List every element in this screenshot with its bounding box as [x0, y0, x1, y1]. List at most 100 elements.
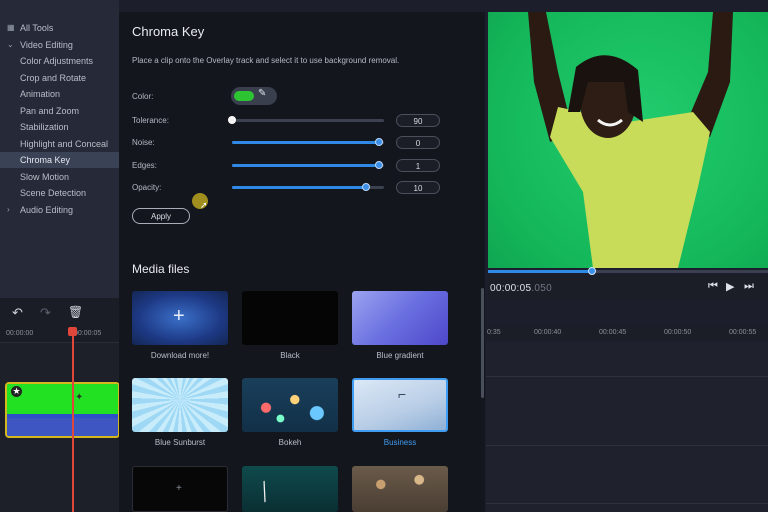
- slider-fill: [232, 164, 380, 167]
- trash-icon[interactable]: 🗑: [68, 305, 83, 319]
- sidebar-item-crop-rotate[interactable]: Crop and Rotate: [0, 70, 119, 86]
- media-blue-gradient[interactable]: [352, 291, 448, 345]
- chevron-right-icon: ›: [7, 205, 10, 214]
- track-divider: [486, 376, 768, 377]
- tolerance-slider[interactable]: [228, 116, 384, 124]
- timeline-toolbar: ↶ ↷ 🗑: [0, 298, 119, 328]
- sidebar-item-slow-motion[interactable]: Slow Motion: [0, 169, 119, 185]
- sidebar-item-label: Highlight and Conceal: [20, 139, 109, 149]
- slider-knob[interactable]: [228, 116, 236, 124]
- tolerance-value[interactable]: 90: [396, 114, 440, 127]
- opacity-label: Opacity:: [132, 183, 162, 192]
- star-icon: ★: [11, 386, 22, 397]
- sidebar-item-pan-zoom[interactable]: Pan and Zoom: [0, 103, 119, 119]
- skip-forward-icon[interactable]: ⏭: [744, 280, 754, 293]
- panel-title: Chroma Key: [132, 24, 205, 39]
- media-thumb-teal[interactable]: ╱: [242, 466, 338, 512]
- ruler-tick-label: 00:00:50: [664, 329, 692, 336]
- play-icon[interactable]: ▶: [726, 280, 734, 293]
- color-label: Color:: [132, 92, 154, 101]
- sidebar-item-label: Animation: [20, 89, 61, 99]
- overlay-clip[interactable]: ★ ✦: [5, 382, 120, 438]
- timecode-frac: .050: [531, 283, 552, 294]
- edges-label: Edges:: [132, 161, 157, 170]
- sidebar-item-label: Audio Editing: [20, 205, 74, 215]
- plus-icon: +: [173, 305, 185, 327]
- sidebar-item-label: Crop and Rotate: [20, 73, 87, 83]
- chevron-down-icon: ⌄: [7, 40, 14, 49]
- eyedropper-icon[interactable]: ✎: [258, 88, 266, 99]
- timecode-main: 00:00:05: [490, 283, 532, 294]
- chalk-icon: ╱: [256, 482, 274, 503]
- opacity-slider[interactable]: [232, 183, 384, 191]
- media-download-more[interactable]: +: [132, 291, 228, 345]
- ruler-tick-label: 00:00:45: [599, 329, 627, 336]
- media-label: Blue Sunburst: [154, 438, 206, 447]
- media-files-title: Media files: [132, 262, 190, 276]
- tolerance-label: Tolerance:: [132, 116, 169, 125]
- panel-description: Place a clip onto the Overlay track and …: [132, 56, 400, 65]
- ruler-tick-label: 00:00:00: [6, 330, 34, 337]
- sidebar-item-scene-detection[interactable]: Scene Detection: [0, 185, 119, 201]
- edges-slider[interactable]: [232, 161, 384, 169]
- sidebar-item-label: Chroma Key: [20, 155, 71, 165]
- media-label: Black: [280, 351, 300, 360]
- seek-knob[interactable]: [587, 267, 596, 275]
- opacity-value[interactable]: 10: [396, 181, 440, 194]
- sidebar-item-chroma-key[interactable]: Chroma Key: [0, 152, 119, 168]
- ruler-tick-label: 00:00:55: [729, 329, 757, 336]
- timeline-ruler-left[interactable]: 00:00:00 00:00:05: [0, 328, 119, 343]
- sidebar-item-label: Stabilization: [20, 122, 69, 132]
- edges-value[interactable]: 1: [396, 159, 440, 172]
- color-swatch[interactable]: [234, 91, 254, 101]
- track-divider: [486, 503, 768, 504]
- seek-progress: [488, 270, 592, 273]
- sidebar-item-video-editing[interactable]: ⌄ Video Editing: [0, 37, 119, 53]
- sidebar-item-color-adjustments[interactable]: Color Adjustments: [0, 53, 119, 69]
- media-blue-sunburst[interactable]: [132, 378, 228, 432]
- redo-icon[interactable]: ↷: [40, 305, 51, 321]
- media-business[interactable]: ⌐: [352, 378, 448, 432]
- sidebar-item-highlight-conceal[interactable]: Highlight and Conceal: [0, 136, 119, 152]
- media-thumb-frame[interactable]: +: [132, 466, 228, 512]
- timecode: 00:00:05.050: [490, 283, 552, 294]
- tools-sidebar: ▦ All Tools ⌄ Video Editing Color Adjust…: [0, 0, 119, 298]
- media-label: Blue gradient: [376, 351, 424, 360]
- sidebar-item-label: All Tools: [20, 23, 54, 33]
- clip-thumbnail-strip: [7, 384, 118, 414]
- timeline-ruler-right[interactable]: 0:35 00:00:40 00:00:45 00:00:50 00:00:55: [486, 326, 768, 340]
- media-black[interactable]: [242, 291, 338, 345]
- undo-icon[interactable]: ↶: [12, 305, 23, 321]
- clip-audio-strip: [7, 418, 118, 436]
- mouse-cursor-icon: ➚: [200, 200, 208, 210]
- sidebar-item-label: Video Editing: [20, 40, 73, 50]
- apply-button[interactable]: Apply: [132, 208, 190, 224]
- sidebar-item-audio-editing[interactable]: › Audio Editing: [0, 202, 119, 218]
- media-thumb-wood[interactable]: [352, 466, 448, 512]
- playhead[interactable]: [72, 328, 74, 512]
- playhead-handle[interactable]: [68, 327, 77, 336]
- noise-slider[interactable]: [232, 138, 384, 146]
- skip-back-icon[interactable]: ⏮: [708, 280, 718, 293]
- media-bokeh[interactable]: [242, 378, 338, 432]
- sidebar-item-all-tools[interactable]: ▦ All Tools: [0, 20, 119, 36]
- ruler-tick-label: 00:00:05: [74, 330, 102, 337]
- panel-scrollbar[interactable]: [481, 288, 484, 398]
- sidebar-item-animation[interactable]: Animation: [0, 86, 119, 102]
- timeline-tracks-right[interactable]: [486, 342, 768, 512]
- sidebar-item-label: Scene Detection: [20, 188, 87, 198]
- media-label: Business: [383, 438, 417, 447]
- glasses-icon: ⌐: [398, 386, 407, 402]
- preview-seek-bar[interactable]: [488, 270, 768, 273]
- noise-value[interactable]: 0: [396, 136, 440, 149]
- slider-knob[interactable]: [361, 183, 370, 191]
- grid-icon: ▦: [7, 23, 15, 32]
- media-label: Download more!: [150, 351, 210, 360]
- ruler-tick-label: 0:35: [487, 329, 501, 336]
- dancer-figure: [528, 12, 733, 268]
- track-divider: [486, 445, 768, 446]
- sidebar-item-stabilization[interactable]: Stabilization: [0, 119, 119, 135]
- video-preview[interactable]: [488, 12, 768, 268]
- slider-fill: [232, 186, 366, 189]
- media-label: Bokeh: [278, 438, 302, 447]
